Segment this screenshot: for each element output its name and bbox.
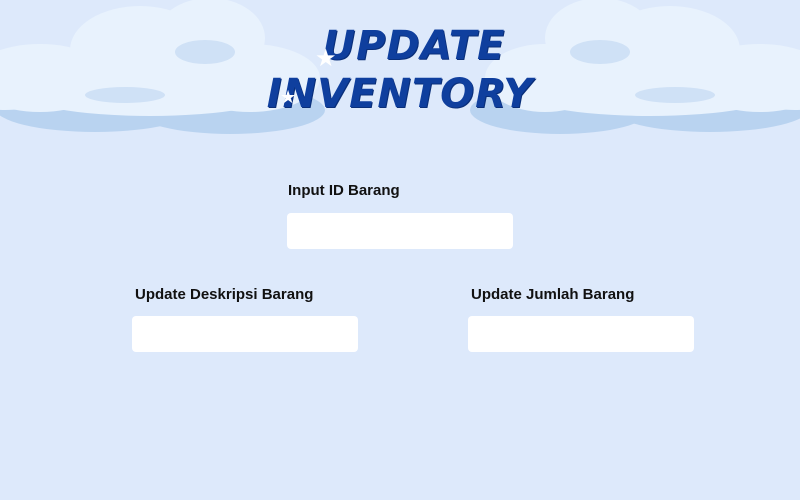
id-barang-label: Input ID Barang [288,182,400,199]
jumlah-barang-input[interactable] [468,316,694,352]
page-title: UPDATE INVENTORY [0,22,800,118]
jumlah-barang-label: Update Jumlah Barang [471,286,635,303]
title-line-inventory: INVENTORY [266,71,534,117]
star-icon: ★ [280,87,297,107]
update-inventory-page: UPDATE INVENTORY ★ ★ Input ID Barang Upd… [0,0,800,500]
deskripsi-barang-input[interactable] [132,316,358,352]
id-barang-input[interactable] [287,213,513,249]
star-icon: ★ [315,45,337,72]
title-line-update: UPDATE [322,23,506,69]
deskripsi-barang-label: Update Deskripsi Barang [135,286,314,303]
